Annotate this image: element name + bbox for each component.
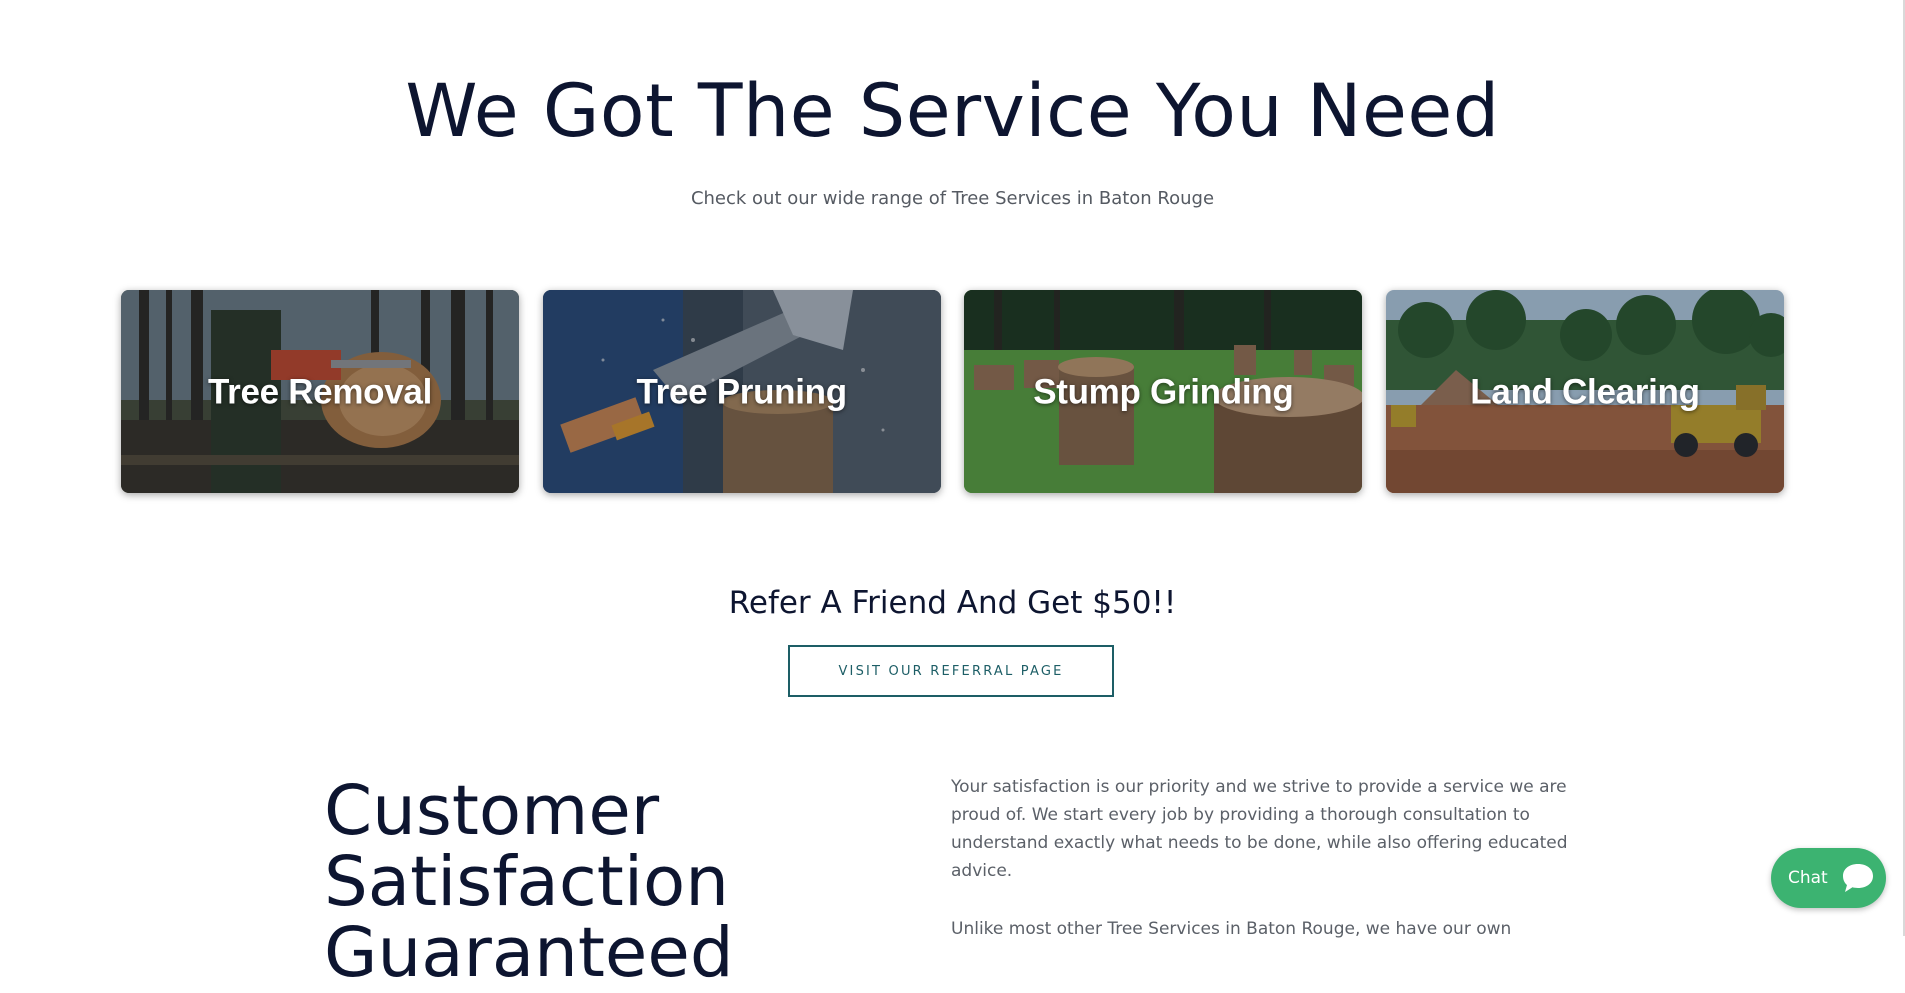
service-card-label: Tree Removal bbox=[207, 372, 433, 411]
chat-label: Chat bbox=[1788, 868, 1828, 888]
service-card-label: Tree Pruning bbox=[636, 372, 847, 411]
service-card-land-clearing[interactable]: Land Clearing bbox=[1385, 290, 1784, 493]
satisfaction-paragraph: Your satisfaction is our priority and we… bbox=[951, 777, 1568, 881]
visit-referral-page-button[interactable]: VISIT OUR REFERRAL PAGE bbox=[788, 645, 1114, 697]
referral-heading: Refer A Friend And Get $50!! bbox=[728, 585, 1177, 621]
chat-bubble-icon bbox=[1843, 864, 1873, 892]
service-card-tree-removal[interactable]: Tree Removal bbox=[121, 290, 519, 493]
chat-widget-button[interactable]: Chat bbox=[1771, 848, 1886, 908]
section-subtitle: Check out our wide range of Tree Service… bbox=[690, 188, 1215, 209]
service-card-tree-pruning[interactable]: Tree Pruning bbox=[542, 290, 941, 493]
service-card-label: Land Clearing bbox=[1470, 372, 1700, 411]
service-cards: Tree Removal Tree Pruning Stump Grinding… bbox=[121, 290, 1784, 493]
service-card-label: Stump Grinding bbox=[1033, 372, 1294, 411]
service-card-stump-grinding[interactable]: Stump Grinding bbox=[964, 290, 1363, 493]
satisfaction-paragraph: Unlike most other Tree Services in Baton… bbox=[951, 919, 1512, 939]
section-title: We Got The Service You Need bbox=[405, 69, 1500, 154]
satisfaction-heading: Customer Satisfaction Guaranteed bbox=[324, 771, 734, 993]
